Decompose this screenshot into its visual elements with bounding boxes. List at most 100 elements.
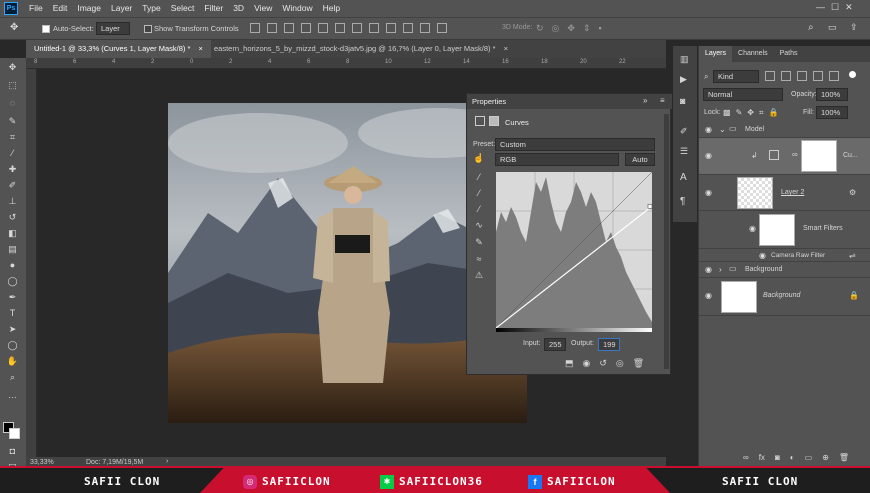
actions-panel-icon[interactable]: ▶ [680, 74, 687, 85]
collapse-panel-icon[interactable]: » [643, 96, 647, 105]
layer-row-smart-filters[interactable]: ◉ Smart Filters [699, 211, 870, 249]
white-point-eyedropper-icon[interactable]: ⁄ [478, 204, 480, 214]
output-field[interactable]: 199 [598, 338, 620, 351]
distribute-right-icon[interactable] [437, 23, 447, 33]
menu-window[interactable]: Window [277, 0, 317, 17]
gray-point-eyedropper-icon[interactable]: ⁄ [478, 188, 480, 198]
visibility-eye-icon[interactable]: ◉ [705, 151, 712, 160]
layer-style-icon[interactable]: fx [759, 453, 765, 462]
character-panel-icon[interactable]: A [680, 172, 687, 183]
auto-select-checkbox[interactable] [42, 25, 50, 33]
adjustments-panel-icon[interactable]: ☰ [680, 146, 688, 157]
ellipse-tool-icon[interactable]: ◯ [6, 340, 19, 351]
zoom-tool-icon[interactable]: ⌕ [6, 372, 19, 383]
move-tool-icon[interactable]: ✥ [6, 62, 19, 73]
clip-to-layer-icon[interactable]: ⬒ [565, 358, 574, 369]
brush-panel-icon[interactable]: ✐ [680, 126, 688, 137]
delete-icon[interactable]: 🗑 [633, 358, 644, 369]
search-icon[interactable]: ⌕ [808, 22, 814, 33]
close-tab-icon[interactable]: × [504, 44, 508, 53]
distribute-top-icon[interactable] [352, 23, 362, 33]
close-window-icon[interactable]: ✕ [845, 2, 853, 15]
curves-adjustment-icon[interactable] [475, 116, 485, 126]
visibility-eye-icon[interactable]: ◉ [759, 251, 766, 260]
move-tool-icon[interactable]: ✥ [10, 22, 18, 33]
layer-thumbnail[interactable] [721, 281, 757, 313]
tab-eastern-horizons[interactable]: eastern_horizons_5_by_mizzd_stock-d3jatv… [206, 40, 516, 58]
filter-toggle-icon[interactable] [849, 71, 856, 78]
menu-select[interactable]: Select [166, 0, 200, 17]
visibility-eye-icon[interactable]: ◉ [705, 291, 712, 300]
healing-brush-tool-icon[interactable]: ✚ [6, 164, 19, 175]
draw-curve-icon[interactable]: ✎ [475, 237, 483, 248]
view-previous-icon[interactable]: ◉ [583, 358, 591, 369]
layer-row-camera-raw[interactable]: ◉ Camera Raw Filter ⇌ [699, 249, 870, 262]
layer-mask-thumbnail[interactable] [801, 140, 837, 172]
layer-row-group-background[interactable]: ◉ › ▭ Background [699, 262, 870, 278]
properties-scrollbar[interactable] [664, 114, 669, 369]
menu-help[interactable]: Help [318, 0, 345, 17]
clipping-warning-icon[interactable]: ⚠ [475, 270, 483, 281]
tab-channels[interactable]: Channels [732, 46, 774, 62]
menu-file[interactable]: File [24, 0, 48, 17]
menu-image[interactable]: Image [72, 0, 106, 17]
visibility-eye-icon[interactable]: ◉ [705, 188, 712, 197]
eraser-tool-icon[interactable]: ◧ [6, 228, 19, 239]
hand-tool-icon[interactable]: ✋ [6, 356, 19, 367]
3d-scale-icon[interactable]: ▪ [599, 23, 602, 34]
visibility-eye-icon[interactable]: ◉ [705, 265, 712, 274]
layer-row-group-model[interactable]: ◉ ⌄ ▭ Model [699, 122, 870, 138]
filter-options-icon[interactable]: ⇌ [849, 251, 856, 260]
history-brush-tool-icon[interactable]: ↺ [6, 212, 19, 223]
status-menu-icon[interactable]: › [166, 458, 168, 465]
lock-transparency-icon[interactable]: ▩ [723, 108, 731, 118]
align-middle-icon[interactable] [267, 23, 277, 33]
tab-untitled-1[interactable]: Untitled-1 @ 33,3% (Curves 1, Layer Mask… [26, 40, 211, 58]
background-color-swatch[interactable] [9, 428, 20, 439]
input-field[interactable]: 255 [544, 338, 566, 351]
expand-chevron-icon[interactable]: ⌄ [719, 125, 726, 134]
distribute-bottom-icon[interactable] [386, 23, 396, 33]
filter-adjustment-icon[interactable] [781, 71, 791, 81]
properties-panel-icon[interactable]: ◙ [680, 96, 685, 106]
new-group-icon[interactable]: ▭ [805, 453, 813, 462]
menu-3d[interactable]: 3D [228, 0, 249, 17]
tab-layers[interactable]: Layers [699, 46, 733, 62]
target-adjust-icon[interactable]: ☝ [473, 153, 484, 164]
lock-pixels-icon[interactable]: ✎ [736, 108, 743, 118]
align-left-icon[interactable] [301, 23, 311, 33]
channel-dropdown[interactable]: RGB [495, 153, 619, 166]
filter-shape-icon[interactable] [813, 71, 823, 81]
layer-row-layer-2[interactable]: ◉ Layer 2 ⚙ [699, 175, 870, 211]
lock-position-icon[interactable]: ✥ [747, 108, 754, 118]
blur-tool-icon[interactable]: ● [6, 260, 19, 271]
smart-filter-icon[interactable]: ⚙ [849, 188, 856, 197]
add-mask-icon[interactable]: ◙ [775, 453, 780, 462]
type-tool-icon[interactable]: T [6, 308, 19, 319]
smooth-curve-icon[interactable]: ≈ [477, 254, 482, 264]
transform-controls-checkbox[interactable] [144, 25, 152, 33]
tab-paths[interactable]: Paths [774, 46, 804, 62]
opacity-field[interactable]: 100% [816, 88, 848, 101]
quick-select-tool-icon[interactable]: ✎ [6, 116, 19, 127]
align-bottom-icon[interactable] [284, 23, 294, 33]
new-adjustment-icon[interactable]: ◐ [790, 453, 795, 462]
black-point-eyedropper-icon[interactable]: ⁄ [478, 172, 480, 182]
filter-kind-dropdown[interactable]: Kind [713, 70, 759, 83]
layer-row-background[interactable]: ◉ Background 🔒 [699, 278, 870, 316]
dodge-tool-icon[interactable]: ◯ [6, 276, 19, 287]
zoom-level[interactable]: 33,33% [30, 459, 54, 466]
align-top-icon[interactable] [250, 23, 260, 33]
menu-view[interactable]: View [249, 0, 277, 17]
3d-rotate-icon[interactable]: ↻ [536, 23, 544, 34]
marquee-tool-icon[interactable]: ⬚ [6, 80, 19, 91]
visibility-eye-icon[interactable]: ◉ [705, 125, 712, 134]
panel-menu-icon[interactable]: ≡ [660, 96, 665, 105]
edit-points-icon[interactable]: ∿ [475, 220, 483, 231]
menu-layer[interactable]: Layer [106, 0, 137, 17]
menu-edit[interactable]: Edit [48, 0, 73, 17]
lock-all-icon[interactable]: 🔒 [768, 108, 778, 118]
curves-graph[interactable] [496, 172, 652, 332]
mask-link-icon[interactable]: ∞ [792, 150, 798, 159]
minimize-icon[interactable]: — [816, 2, 825, 15]
